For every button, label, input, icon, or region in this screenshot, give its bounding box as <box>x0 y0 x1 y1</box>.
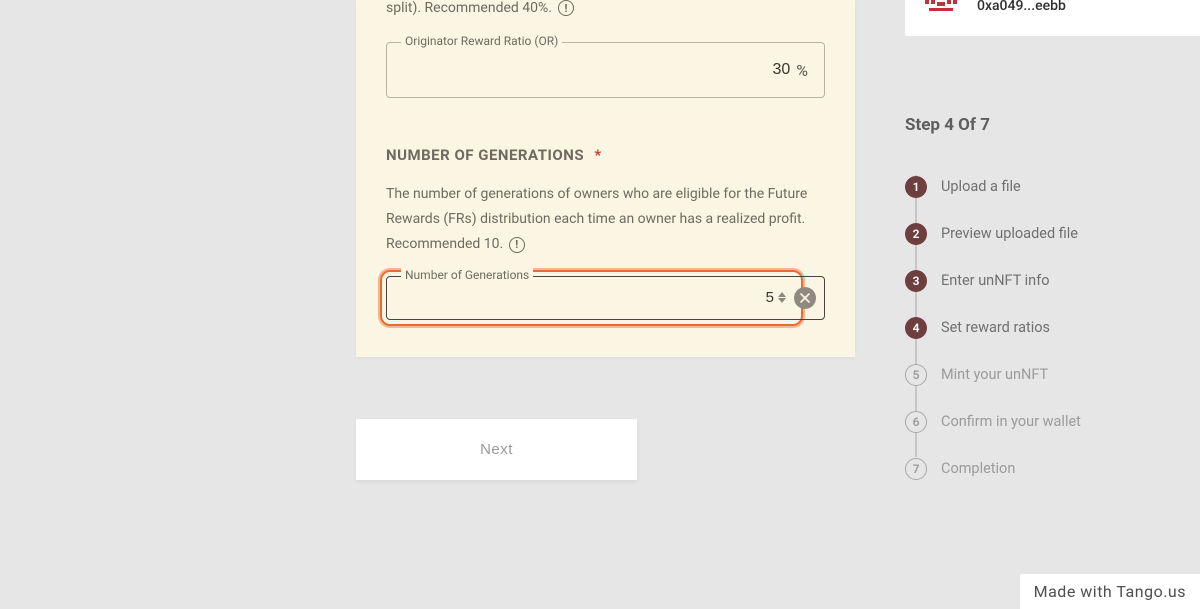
clear-button[interactable] <box>794 287 816 309</box>
or-description-text: split). Recommended 40%. <box>386 0 552 16</box>
percent-suffix: % <box>796 61 808 80</box>
or-ratio-input[interactable] <box>740 61 790 79</box>
step-label: Completion <box>941 460 1015 477</box>
step-number: 5 <box>905 364 927 386</box>
number-stepper[interactable] <box>778 292 786 303</box>
step-mint[interactable]: 5 Mint your unNFT <box>905 351 1185 398</box>
step-number: 7 <box>905 458 927 480</box>
step-completion[interactable]: 7 Completion <box>905 445 1185 492</box>
generations-heading-text: NUMBER OF GENERATIONS <box>386 146 584 164</box>
stepper-up-icon[interactable] <box>778 292 786 297</box>
stepper-down-icon[interactable] <box>778 298 786 303</box>
required-asterisk: * <box>594 146 601 164</box>
avatar <box>923 0 959 28</box>
close-icon <box>800 293 810 303</box>
step-enter-info[interactable]: 3 Enter unNFT info <box>905 257 1185 304</box>
step-label: Upload a file <box>941 178 1021 195</box>
step-number: 1 <box>905 176 927 198</box>
stepper-title: Step 4 Of 7 <box>905 115 1185 135</box>
step-label: Mint your unNFT <box>941 366 1048 383</box>
step-confirm-wallet[interactable]: 6 Confirm in your wallet <box>905 398 1185 445</box>
step-number: 3 <box>905 270 927 292</box>
step-label: Preview uploaded file <box>941 225 1078 242</box>
wallet-address: 0xa049...eebb <box>977 0 1066 14</box>
generations-description-text: The number of generations of owners who … <box>386 186 807 252</box>
step-number: 6 <box>905 411 927 433</box>
step-label: Confirm in your wallet <box>941 413 1081 430</box>
watermark: Made with Tango.us <box>1020 574 1200 609</box>
step-label: Set reward ratios <box>941 319 1050 336</box>
step-preview-file[interactable]: 2 Preview uploaded file <box>905 210 1185 257</box>
generations-field[interactable]: Number of Generations <box>386 276 825 320</box>
generations-input[interactable] <box>387 289 778 306</box>
next-button[interactable]: Next <box>356 419 637 480</box>
generations-legend: Number of Generations <box>401 268 533 282</box>
wallet-card: 0xa049...eebb <box>905 0 1200 36</box>
info-icon[interactable]: ! <box>558 0 574 16</box>
form-card: split). Recommended 40%. ! Originator Re… <box>356 0 855 357</box>
or-description-tail: split). Recommended 40%. ! <box>386 0 825 16</box>
info-icon[interactable]: ! <box>509 237 525 253</box>
step-set-ratios[interactable]: 4 Set reward ratios <box>905 304 1185 351</box>
generations-heading: NUMBER OF GENERATIONS * <box>386 146 825 164</box>
step-label: Enter unNFT info <box>941 272 1050 289</box>
generations-field-wrap: Number of Generations <box>386 276 825 320</box>
generations-description: The number of generations of owners who … <box>386 182 825 258</box>
step-list: 1 Upload a file 2 Preview uploaded file … <box>905 163 1185 492</box>
stepper: Step 4 Of 7 1 Upload a file 2 Preview up… <box>905 115 1185 492</box>
step-number: 4 <box>905 317 927 339</box>
or-ratio-legend: Originator Reward Ratio (OR) <box>401 34 562 48</box>
or-ratio-field[interactable]: Originator Reward Ratio (OR) % <box>386 42 825 98</box>
step-number: 2 <box>905 223 927 245</box>
step-upload-file[interactable]: 1 Upload a file <box>905 163 1185 210</box>
